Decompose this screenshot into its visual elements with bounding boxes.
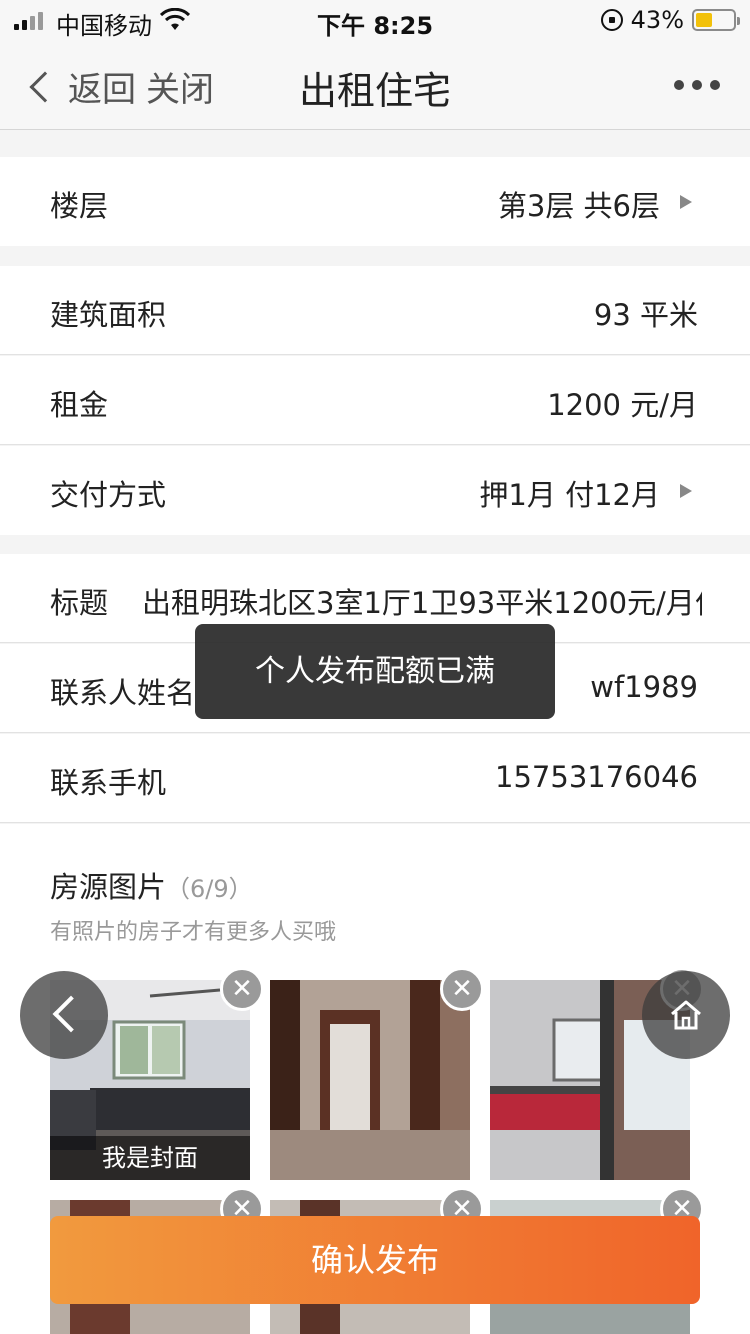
doorway-photo: [270, 980, 470, 1180]
contact-name-label: 联系人姓名: [50, 676, 196, 710]
confirm-publish-button[interactable]: 确认发布: [50, 1216, 700, 1304]
delete-photo-button[interactable]: ✕: [220, 967, 264, 1011]
orientation-lock-icon: [600, 9, 623, 31]
top-bar: 中国移动 下午 8:25 43% 返回 关闭 出租住宅: [0, 0, 750, 130]
title-input[interactable]: 出租明珠北区3室1厅1卫93平米1200元/月住宅: [142, 580, 702, 622]
status-bar: 中国移动 下午 8:25 43%: [0, 0, 750, 40]
contact-phone-label: 联系手机: [50, 766, 167, 800]
floating-home-button[interactable]: [642, 971, 730, 1059]
more-menu-icon[interactable]: [674, 80, 720, 90]
caret-right-icon: [680, 484, 692, 498]
home-icon: [671, 1000, 701, 1030]
cover-badge: 我是封面: [50, 1136, 250, 1180]
photos-hint: 有照片的房子才有更多人买哦: [50, 920, 337, 945]
delete-photo-button[interactable]: ✕: [440, 967, 484, 1011]
floor-value: 第3层 共6层: [497, 189, 660, 223]
quota-toast: 个人发布配额已满: [195, 624, 555, 719]
rent-value[interactable]: 1200 元/月: [547, 382, 698, 424]
rent-row[interactable]: 租金 1200 元/月: [0, 356, 750, 445]
battery-percent: 43%: [630, 6, 684, 34]
floor-label: 楼层: [50, 189, 109, 223]
photo-thumbnail[interactable]: [270, 980, 470, 1180]
photos-count: （6/9）: [166, 875, 253, 903]
title-label: 标题: [50, 586, 109, 620]
contact-name-input[interactable]: wf1989: [590, 670, 698, 704]
rent-label: 租金: [50, 388, 109, 422]
payment-label: 交付方式: [50, 478, 167, 512]
area-label: 建筑面积: [50, 298, 167, 332]
battery-icon: [692, 9, 740, 31]
payment-row[interactable]: 交付方式 押1月 付12月: [0, 446, 750, 535]
battery-area: 43%: [600, 6, 740, 34]
page-title: 出租住宅: [298, 69, 451, 113]
floating-back-button[interactable]: [20, 971, 108, 1059]
floor-row[interactable]: 楼层 第3层 共6层: [0, 157, 750, 246]
contact-phone-input[interactable]: 15753176046: [495, 760, 698, 794]
area-value[interactable]: 93 平米: [594, 292, 698, 334]
photos-title: 房源图片: [50, 870, 167, 904]
payment-value: 押1月 付12月: [479, 478, 660, 512]
area-row[interactable]: 建筑面积 93 平米: [0, 266, 750, 355]
photos-heading: 房源图片（6/9）: [50, 864, 253, 906]
contact-phone-row[interactable]: 联系手机 15753176046: [0, 734, 750, 823]
navigation-bar: 返回 关闭 出租住宅: [0, 40, 750, 128]
caret-right-icon: [680, 195, 692, 209]
